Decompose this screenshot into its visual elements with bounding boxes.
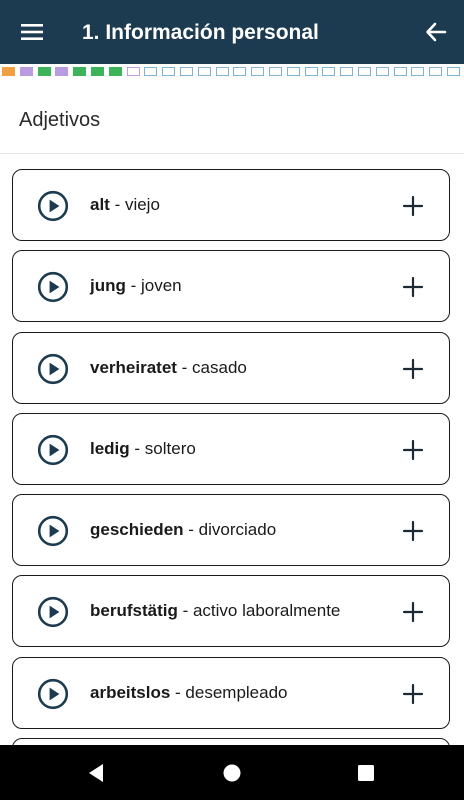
word-separator: - (176, 357, 193, 377)
word-card[interactable]: verheiratet - casado (12, 331, 450, 404)
play-circle-icon[interactable] (37, 596, 69, 628)
progress-cell (19, 67, 33, 76)
play-circle-icon[interactable] (37, 271, 69, 303)
app-bar: 1. Información personal (0, 0, 464, 64)
progress-cell (2, 67, 15, 76)
spanish-translation: activo laboralmente (192, 601, 341, 621)
progress-cell (144, 67, 158, 76)
progress-cell (286, 67, 300, 76)
progress-cell (215, 67, 229, 76)
word-card[interactable]: arbeitslos - desempleado (12, 656, 450, 729)
word-list: alt - viejo jung - joven verheiratet - cas… (12, 169, 452, 800)
progress-cell (55, 67, 69, 76)
german-word: geschieden (90, 520, 184, 540)
plus-icon[interactable] (401, 519, 425, 543)
word-card[interactable]: ledig - soltero (12, 412, 450, 485)
spanish-translation: joven (141, 276, 182, 296)
square-recents-icon[interactable] (352, 759, 380, 787)
progress-cell (108, 67, 122, 76)
progress-cell (91, 67, 104, 76)
page-title: 1. Información personal (82, 21, 319, 44)
plus-icon[interactable] (401, 275, 425, 299)
plus-icon[interactable] (401, 438, 425, 462)
spanish-translation: casado (192, 357, 247, 377)
word-separator: - (170, 682, 186, 702)
play-circle-icon[interactable] (37, 515, 69, 547)
spanish-translation: desempleado (185, 682, 288, 702)
progress-cell (251, 67, 265, 76)
progress-cell (73, 67, 87, 76)
word-card[interactable]: alt - viejo (12, 169, 450, 241)
spanish-translation: divorciado (198, 520, 277, 540)
word-card[interactable]: berufstätig - activo laboralmente (12, 575, 450, 648)
progress-cell (37, 67, 51, 76)
progress-cell (126, 67, 140, 76)
play-circle-icon[interactable] (37, 434, 69, 466)
plus-icon[interactable] (401, 682, 425, 706)
spanish-translation: soltero (144, 438, 196, 458)
word-text: ledig - soltero (90, 438, 196, 460)
word-text: berufstätig - activo laboralmente (90, 600, 340, 622)
german-word: jung (90, 276, 126, 296)
word-separator: - (125, 276, 141, 296)
system-navigation-bar (0, 745, 464, 800)
app-screen: 1. Información personal Adjetivos alt - … (0, 0, 464, 800)
german-word: arbeitslos (90, 682, 171, 702)
progress-cell (304, 67, 318, 76)
section-title: Adjetivos (19, 109, 101, 131)
word-separator: - (177, 601, 193, 621)
progress-cell (340, 67, 354, 76)
progress-cell (197, 67, 211, 76)
progress-cell (447, 67, 460, 76)
german-word: ledig (90, 438, 130, 458)
progress-cell (375, 67, 389, 76)
word-separator: - (109, 195, 125, 214)
word-text: geschieden - divorciado (90, 519, 276, 541)
plus-icon[interactable] (401, 194, 425, 218)
plus-icon[interactable] (401, 357, 425, 381)
triangle-back-icon[interactable] (82, 759, 110, 787)
word-text: alt - viejo (90, 194, 160, 216)
progress-cell (233, 67, 247, 76)
play-circle-icon[interactable] (37, 190, 69, 222)
word-text: arbeitslos - desempleado (90, 682, 288, 704)
progress-cell (162, 67, 176, 76)
progress-cell (269, 67, 282, 76)
word-separator: - (129, 438, 145, 458)
progress-cell (393, 67, 407, 76)
play-circle-icon[interactable] (37, 353, 69, 385)
hamburger-menu-icon[interactable] (10, 12, 54, 52)
german-word: berufstätig (90, 601, 178, 621)
word-text: jung - joven (90, 275, 182, 297)
german-word: alt (90, 195, 110, 214)
german-word: verheiratet (90, 357, 177, 377)
word-card[interactable]: jung - joven (12, 250, 450, 323)
spanish-translation: viejo (124, 195, 160, 214)
play-circle-icon[interactable] (37, 678, 69, 710)
word-separator: - (183, 520, 199, 540)
circle-home-icon[interactable] (218, 759, 246, 787)
progress-cell (180, 67, 193, 76)
progress-cell (358, 67, 371, 76)
word-card[interactable]: geschieden - divorciado (12, 494, 450, 567)
word-text: verheiratet - casado (90, 357, 247, 379)
progress-cell (322, 67, 336, 76)
progress-cell (429, 67, 443, 76)
plus-icon[interactable] (401, 600, 425, 624)
section-header: Adjetivos (0, 88, 464, 154)
arrow-back-icon[interactable] (416, 12, 456, 52)
progress-cell (411, 67, 425, 76)
lesson-progress-strip (0, 64, 464, 78)
